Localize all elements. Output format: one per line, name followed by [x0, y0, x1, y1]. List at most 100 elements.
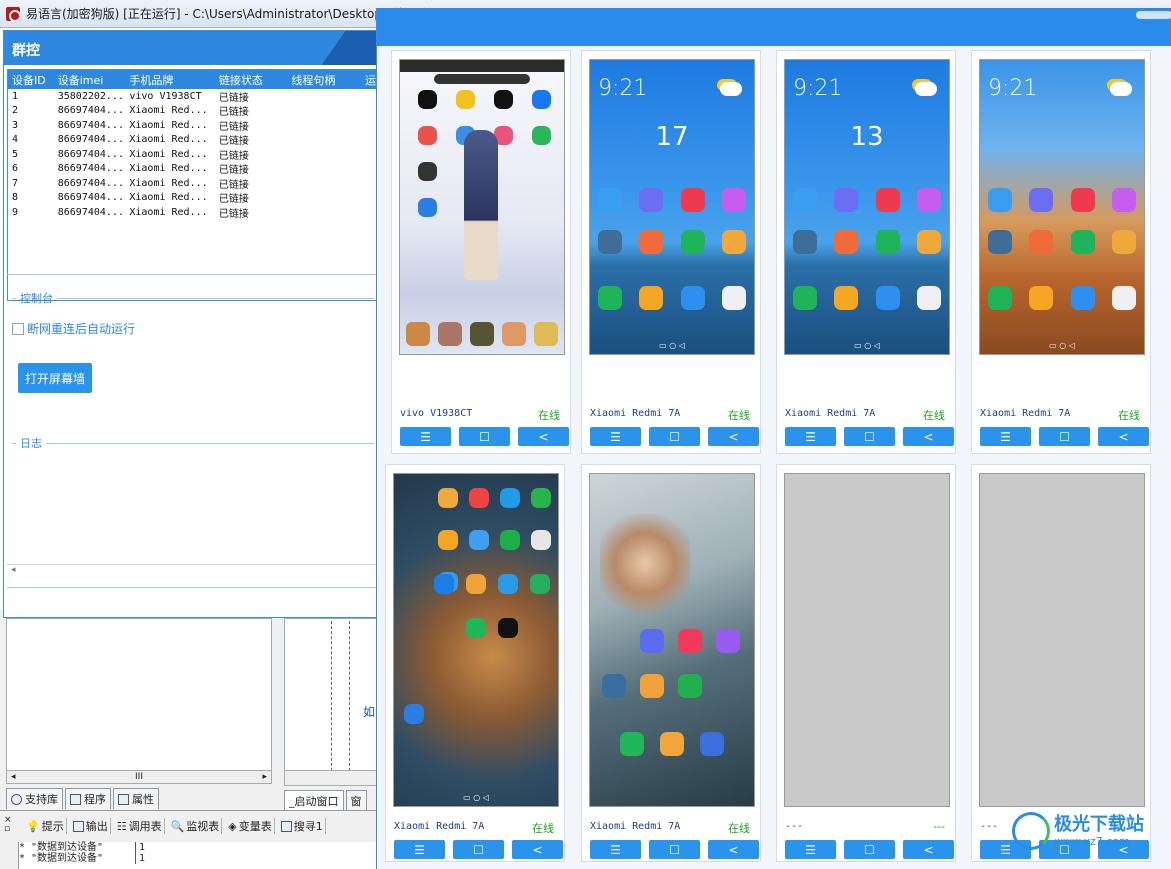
table-row[interactable]: 3 86697404... Xiaomi Red... 已链接	[8, 118, 376, 133]
log-hscrollbar[interactable]: ◂	[7, 564, 377, 579]
window-knob[interactable]	[1136, 11, 1171, 19]
output-panel[interactable]: * "数据到达设备" 1 * "数据到达设备" 1	[18, 842, 378, 869]
scroll-right-icon[interactable]: ▸	[262, 772, 267, 782]
open-screen-wall-button[interactable]: 打开屏幕墙	[18, 363, 92, 393]
device-card[interactable]: --- ☰ ☐ <	[971, 464, 1151, 862]
device-status: 在线	[923, 409, 945, 422]
menu-button[interactable]: ☰	[590, 427, 641, 446]
app-icon	[680, 230, 705, 254]
app-icon	[834, 286, 859, 310]
table-row[interactable]: 5 86697404... Xiaomi Red... 已链接	[8, 147, 376, 162]
tab-program[interactable]: 程序	[65, 788, 111, 809]
device-screen[interactable]: 9:21 13 ▭ ○ ◁	[784, 59, 950, 355]
tab-properties[interactable]: 属性	[113, 788, 159, 809]
col-thread-handle[interactable]: 线程句柄	[287, 72, 361, 88]
table-row[interactable]: 8 86697404... Xiaomi Red... 已链接	[8, 191, 376, 205]
device-screen[interactable]: 9:21 17 ▭ ○ ◁	[589, 59, 755, 355]
cell-device-id: 1	[12, 90, 19, 102]
group-line	[46, 442, 374, 444]
col-device-imei[interactable]: 设备imei	[54, 72, 126, 88]
device-screen[interactable]	[784, 473, 950, 807]
tab-startup-window[interactable]: _启动窗口	[284, 790, 344, 811]
toolbar-tip[interactable]: 💡 提示	[24, 818, 67, 834]
back-button[interactable]: <	[518, 427, 569, 446]
col-run[interactable]: 运	[361, 72, 376, 88]
home-button[interactable]: ☐	[649, 840, 700, 859]
home-button[interactable]: ☐	[459, 427, 510, 446]
device-card[interactable]: 9:21 17 ▭ ○ ◁ Xiaomi Redmi 7A 在线 ☰ ☐ <	[581, 50, 761, 454]
menu-button[interactable]: ☰	[980, 427, 1031, 446]
group-line	[12, 297, 16, 299]
app-icon	[834, 188, 859, 212]
table-row[interactable]: 4 86697404... Xiaomi Red... 已链接	[8, 133, 376, 147]
menu-button[interactable]: ☰	[785, 427, 836, 446]
panel-close-icon[interactable]: × ▫	[4, 816, 12, 834]
app-icon	[678, 674, 702, 698]
back-button[interactable]: <	[1098, 427, 1149, 446]
device-card[interactable]: ▭ ○ ◁ Xiaomi Redmi 7A 在线 ☰ ☐ <	[385, 464, 565, 862]
col-phone-brand[interactable]: 手机品牌	[125, 72, 214, 88]
device-name: ---	[785, 821, 804, 832]
properties-icon	[118, 793, 129, 805]
home-button[interactable]: ☐	[1039, 427, 1090, 446]
table-row[interactable]: 6 86697404... Xiaomi Red... 已链接	[8, 162, 376, 176]
table-row[interactable]: 1 35802202... vivo V1938CT 已链接	[8, 89, 376, 104]
tree-hscrollbar[interactable]: ◂ III ▸	[6, 770, 272, 784]
back-button[interactable]: <	[708, 427, 759, 446]
device-status: 在线	[1118, 409, 1140, 422]
device-card[interactable]: Xiaomi Redmi 7A 在线 ☰ ☐ <	[581, 464, 761, 862]
back-button[interactable]: <	[903, 427, 954, 446]
autorun-checkbox[interactable]: 断网重连后自动运行	[12, 320, 135, 337]
device-screen[interactable]	[399, 59, 565, 355]
toolbar-call-table[interactable]: ☷ 调用表	[115, 818, 165, 834]
device-table[interactable]: 设备ID 设备imei 手机品牌 链接状态 线程句柄 运 1 35802202..…	[7, 69, 377, 301]
tab-window-label: 窗	[350, 795, 362, 808]
cell-imei: 86697404...	[57, 105, 124, 117]
device-screen[interactable]: ▭ ○ ◁	[393, 473, 559, 807]
cell-link-status: 已链接	[218, 179, 249, 191]
menu-button[interactable]: ☰	[394, 840, 445, 859]
col-link-status[interactable]: 链接状态	[215, 72, 288, 88]
left-panel-tabs: 支持库 程序 属性	[6, 788, 159, 809]
device-card[interactable]: vivo V1938CT 在线 ☰ ☐ <	[391, 50, 571, 454]
back-button[interactable]: <	[708, 840, 759, 859]
home-button[interactable]: ☐	[844, 840, 895, 859]
device-screen[interactable]	[979, 473, 1145, 807]
col-device-id[interactable]: 设备ID	[8, 72, 54, 88]
app-icon	[418, 162, 437, 181]
device-card[interactable]: --- --- ☰ ☐ <	[776, 464, 956, 862]
group-control-header: 群控	[4, 31, 378, 65]
scroll-left-icon[interactable]: ◂	[11, 565, 16, 575]
tab-library-label: 支持库	[25, 793, 58, 806]
back-button[interactable]: <	[903, 840, 954, 859]
table-row[interactable]: 2 86697404... Xiaomi Red... 已链接	[8, 104, 376, 118]
toolbar-variable[interactable]: ◈ 变量表	[226, 818, 275, 834]
autorun-label: 断网重连后自动运行	[27, 322, 136, 336]
back-button[interactable]: <	[512, 840, 563, 859]
code-hscrollbar[interactable]	[284, 770, 378, 786]
home-button[interactable]: ☐	[453, 840, 504, 859]
table-row[interactable]: 7 86697404... Xiaomi Red... 已链接	[8, 176, 376, 191]
device-card[interactable]: 9:21 ▭ ○ ◁ Xiaomi Redmi 7A 在线 ☰ ☐ <	[971, 50, 1151, 454]
menu-button[interactable]: ☰	[590, 840, 641, 859]
tab-window[interactable]: 窗	[345, 790, 367, 811]
menu-button[interactable]: ☰	[785, 840, 836, 859]
device-screen[interactable]: 9:21 ▭ ○ ◁	[979, 59, 1145, 355]
toolbar-output[interactable]: 输出	[71, 818, 111, 834]
device-card[interactable]: 9:21 13 ▭ ○ ◁ Xiaomi Redmi 7A 在线 ☰ ☐ <	[776, 50, 956, 454]
checkbox-box[interactable]	[12, 322, 24, 335]
home-button[interactable]: ☐	[844, 427, 895, 446]
code-editor-pane[interactable]: 如	[284, 618, 378, 778]
cell-brand: Xiaomi Red...	[129, 148, 208, 160]
table-row[interactable]: 9 86697404... Xiaomi Red... 已链接	[8, 205, 376, 220]
app-icon	[875, 188, 900, 212]
scroll-left-icon[interactable]: ◂	[11, 772, 16, 782]
toolbar-watch[interactable]: 🔍 监视表	[169, 818, 223, 834]
toolbar-search[interactable]: 搜寻1	[279, 818, 326, 834]
tab-library[interactable]: 支持库	[6, 788, 63, 809]
log-textarea[interactable]	[7, 449, 377, 579]
library-tree-pane[interactable]	[6, 618, 272, 780]
home-button[interactable]: ☐	[649, 427, 700, 446]
device-screen[interactable]	[589, 473, 755, 807]
menu-button[interactable]: ☰	[400, 427, 451, 446]
